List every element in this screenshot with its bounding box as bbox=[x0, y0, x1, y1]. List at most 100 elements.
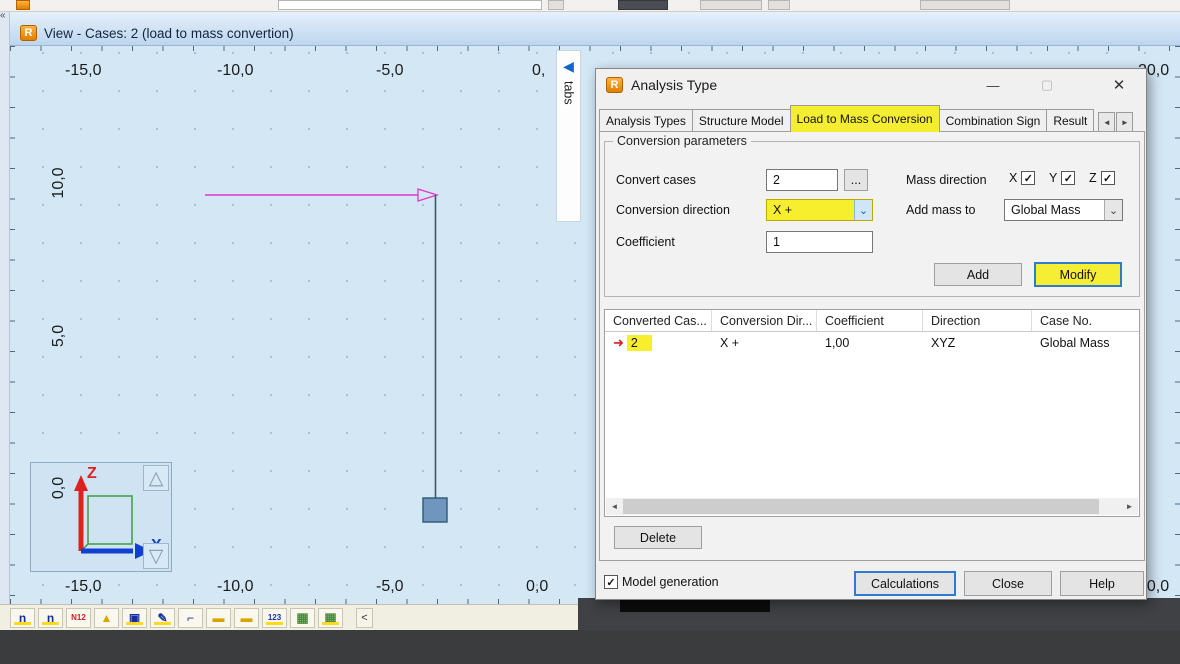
zoom-icon[interactable] bbox=[548, 0, 564, 10]
add-mass-to-label: Add mass to bbox=[906, 203, 976, 217]
icon-glyph: ⌐ bbox=[186, 610, 194, 625]
icon-glyph: n bbox=[18, 610, 27, 625]
node-symbol[interactable] bbox=[422, 497, 448, 523]
scroll-right-icon[interactable]: ► bbox=[1121, 498, 1138, 515]
expand-tabs-icon[interactable]: ◀ bbox=[563, 59, 574, 73]
ruler-label: 5,0 bbox=[50, 324, 67, 348]
conversion-direction-select[interactable]: X + ⌄ bbox=[766, 199, 873, 221]
load-symbols-icon[interactable]: ▬ bbox=[234, 607, 259, 628]
ruler-label: 0,0 bbox=[50, 476, 67, 500]
grid-icon[interactable]: ▦ bbox=[318, 607, 343, 628]
taskbar-black-segment bbox=[620, 599, 770, 612]
mass-y-checkbox[interactable]: ✓ bbox=[1061, 171, 1076, 185]
toolbar-button-fragment[interactable] bbox=[768, 0, 790, 10]
conversion-cases-table: Converted Cas... Conversion Dir... Coeff… bbox=[604, 309, 1140, 517]
scrollbar-thumb[interactable] bbox=[623, 499, 1099, 514]
current-row-arrow-icon: ➜ bbox=[613, 335, 624, 350]
add-button[interactable]: Add bbox=[934, 263, 1022, 286]
model-generation-checkbox[interactable]: ✓ bbox=[604, 575, 618, 589]
scrollbar-track[interactable] bbox=[1099, 499, 1121, 514]
help-button[interactable]: Help bbox=[1060, 571, 1144, 596]
profiles-icon[interactable]: ⌐ bbox=[178, 607, 203, 628]
load-arrowhead-icon bbox=[417, 188, 440, 202]
view-title: View - Cases: 2 (load to mass convertion… bbox=[44, 26, 294, 41]
browse-cases-button[interactable]: ... bbox=[844, 169, 868, 191]
tab-scroll-buttons: ◄ ► bbox=[1098, 112, 1134, 132]
icon-glyph: n bbox=[46, 610, 55, 625]
dialog-titlebar[interactable]: R Analysis Type — ▢ ✕ bbox=[596, 69, 1146, 101]
chevron-down-icon[interactable]: ⌄ bbox=[1104, 200, 1122, 220]
icon-glyph: ✎ bbox=[157, 610, 168, 625]
icon-glyph: 123 bbox=[267, 613, 282, 622]
calculations-button[interactable]: Calculations bbox=[854, 571, 956, 596]
ruler-label: 0, bbox=[532, 62, 546, 79]
display-toggles-toolbar: n n N12 ▲ ▣ ✎ ⌐ ▬ ▬ 123 ▦ ▦ < bbox=[0, 604, 578, 630]
table-horizontal-scrollbar[interactable]: ◄ ► bbox=[606, 498, 1138, 515]
mass-direction-x: X ✓ bbox=[1009, 171, 1036, 185]
taskbar-dark-area bbox=[578, 598, 1180, 630]
sketches-icon[interactable]: ✎ bbox=[150, 607, 175, 628]
mass-direction-z: Z ✓ bbox=[1089, 171, 1115, 185]
scroll-left-icon[interactable]: ◄ bbox=[606, 498, 623, 515]
col-direction: Direction bbox=[923, 310, 1032, 331]
tab-combination-sign[interactable]: Combination Sign bbox=[938, 109, 1048, 132]
robot-icon: R bbox=[606, 77, 623, 93]
model-generation-label: Model generation bbox=[622, 575, 719, 589]
dialog-title: Analysis Type bbox=[631, 77, 718, 93]
view-titlebar: R View - Cases: 2 (load to mass converti… bbox=[10, 12, 1180, 46]
selection-combo-fragment[interactable] bbox=[278, 0, 542, 10]
chevron-down-icon[interactable]: ⌄ bbox=[854, 200, 872, 220]
tab-analysis-types[interactable]: Analysis Types bbox=[599, 109, 693, 132]
toolbar-scroll-left-button[interactable]: < bbox=[356, 607, 373, 628]
panels-icon[interactable]: ▦ bbox=[290, 607, 315, 628]
ruler-label: -5,0 bbox=[376, 62, 404, 79]
minimize-button[interactable]: — bbox=[980, 73, 1006, 97]
pan-up-button[interactable]: △ bbox=[143, 465, 169, 491]
modify-button[interactable]: Modify bbox=[1034, 262, 1122, 287]
add-mass-to-value: Global Mass bbox=[1011, 203, 1081, 217]
table-header: Converted Cas... Conversion Dir... Coeff… bbox=[605, 310, 1139, 332]
convert-cases-input[interactable]: 2 bbox=[766, 169, 838, 191]
close-icon[interactable]: ✕ bbox=[1106, 73, 1132, 97]
collapse-left-icon[interactable]: « bbox=[0, 10, 6, 21]
load-values-icon[interactable]: 123 bbox=[262, 607, 287, 628]
ruler-label: -5,0 bbox=[376, 578, 404, 595]
icon-glyph: ▬ bbox=[212, 610, 225, 625]
toolbar-button-fragment[interactable] bbox=[920, 0, 1010, 10]
bar-description-icon[interactable]: N12 bbox=[66, 607, 91, 628]
node-symbols-icon[interactable]: n bbox=[10, 607, 35, 628]
coefficient-label: Coefficient bbox=[616, 235, 675, 249]
supports-icon[interactable]: ▲ bbox=[94, 607, 119, 628]
tab-structure-model[interactable]: Structure Model bbox=[691, 109, 791, 132]
delete-button[interactable]: Delete bbox=[614, 526, 702, 549]
loads-icon[interactable]: ▬ bbox=[206, 607, 231, 628]
icon-glyph: ▦ bbox=[324, 609, 337, 625]
add-mass-to-select[interactable]: Global Mass ⌄ bbox=[1004, 199, 1123, 221]
node-numbers-icon[interactable]: n bbox=[38, 607, 63, 628]
releases-icon[interactable]: ▣ bbox=[122, 607, 147, 628]
conversion-direction-label: Conversion direction bbox=[616, 203, 730, 217]
mass-x-checkbox[interactable]: ✓ bbox=[1021, 171, 1036, 185]
robot-app-screen: « R View - Cases: 2 (load to mass conver… bbox=[0, 0, 1180, 664]
side-tabs-strip: ◀ tabs bbox=[556, 50, 581, 222]
table-row[interactable]: ➜ 2 X + 1,00 XYZ Global Mass bbox=[605, 332, 1139, 354]
tab-result[interactable]: Result bbox=[1046, 109, 1095, 132]
ruler-label: -10,0 bbox=[217, 62, 254, 79]
cell-direction: XYZ bbox=[931, 336, 956, 350]
close-button[interactable]: Close bbox=[964, 571, 1052, 596]
mass-z-checkbox[interactable]: ✓ bbox=[1100, 171, 1115, 185]
toolbar-button-fragment[interactable] bbox=[700, 0, 762, 10]
axis-z-letter: Z bbox=[1089, 171, 1097, 185]
coefficient-input[interactable]: 1 bbox=[766, 231, 873, 253]
cell-converted-case: ➜ 2 bbox=[605, 332, 712, 354]
pan-down-button[interactable]: ▽ bbox=[143, 543, 169, 569]
col-case-no: Case No. bbox=[1040, 313, 1093, 328]
icon-glyph: N12 bbox=[71, 613, 86, 622]
tab-load-to-mass-conversion[interactable]: Load to Mass Conversion bbox=[789, 105, 940, 132]
mass-direction-y: Y ✓ bbox=[1049, 171, 1076, 185]
side-tabs-label[interactable]: tabs bbox=[562, 81, 576, 105]
dark-toolbar-button-fragment[interactable] bbox=[618, 0, 668, 10]
tab-scroll-right-button[interactable]: ► bbox=[1116, 112, 1134, 132]
tab-scroll-left-button[interactable]: ◄ bbox=[1098, 112, 1116, 132]
group-title: Conversion parameters bbox=[613, 134, 751, 148]
